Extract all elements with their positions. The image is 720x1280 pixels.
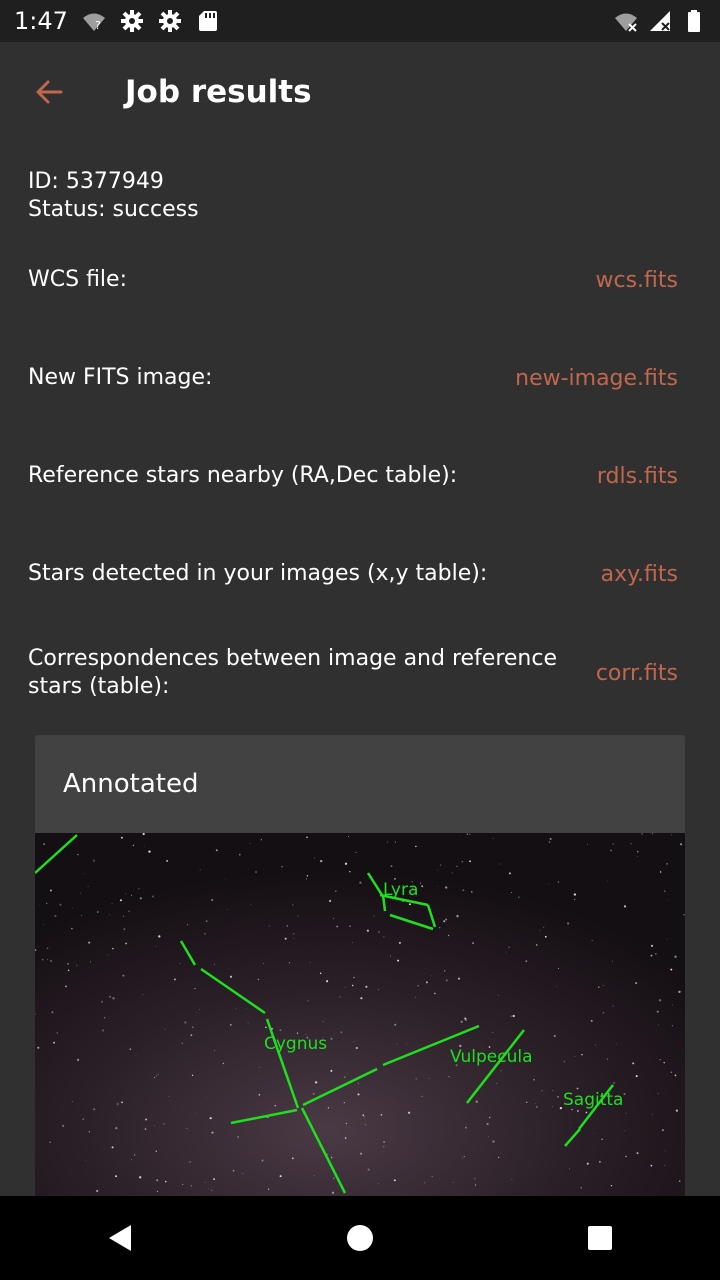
nav-home-button[interactable] xyxy=(330,1208,390,1268)
constellation-label-cygnus: Cygnus xyxy=(264,1034,327,1054)
arrow-left-icon xyxy=(36,80,63,104)
file-row-axy: Stars detected in your images (x,y table… xyxy=(28,558,678,590)
file-label: Stars detected in your images (x,y table… xyxy=(28,561,488,586)
gear-icon xyxy=(120,10,143,32)
status-time: 1:47 xyxy=(14,7,68,35)
sd-card-icon xyxy=(198,11,217,31)
status-bar: 1:47 ? xyxy=(0,0,720,42)
file-row-rdls: Reference stars nearby (RA,Dec table): r… xyxy=(28,460,678,492)
back-triangle-icon xyxy=(109,1225,131,1251)
signal-off-icon xyxy=(650,11,670,31)
page-title: Job results xyxy=(125,74,312,110)
app-bar: Job results xyxy=(0,42,720,142)
star-field: Lyra Cygnus Vulpecula Sagitta xyxy=(35,833,685,1205)
wcs-file-link[interactable]: wcs.fits xyxy=(596,268,679,293)
new-image-file-link[interactable]: new-image.fits xyxy=(515,366,678,391)
recents-square-icon xyxy=(588,1226,612,1250)
wifi-question-icon: ? xyxy=(82,13,105,32)
annotated-sky-image[interactable]: Lyra Cygnus Vulpecula Sagitta xyxy=(35,833,685,1205)
job-info: ID: 5377949 Status: success xyxy=(28,168,199,224)
axy-file-link[interactable]: axy.fits xyxy=(601,562,678,587)
home-circle-icon xyxy=(347,1225,373,1251)
job-status: Status: success xyxy=(28,197,199,222)
rdls-file-link[interactable]: rdls.fits xyxy=(597,464,678,489)
file-label: WCS file: xyxy=(28,267,127,292)
back-button[interactable] xyxy=(19,62,79,122)
navigation-bar xyxy=(0,1196,720,1280)
nav-back-button[interactable] xyxy=(90,1208,150,1268)
file-row-wcs: WCS file: wcs.fits xyxy=(28,264,678,296)
annotated-card: Annotated Lyra Cygnus Vulpecula Sagitta xyxy=(35,735,685,1205)
corr-file-link[interactable]: corr.fits xyxy=(596,661,678,686)
constellation-label-sagitta: Sagitta xyxy=(563,1090,623,1110)
gear-icon xyxy=(158,10,181,32)
file-label: Correspondences between image and refere… xyxy=(28,646,558,699)
constellation-label-vulpecula: Vulpecula xyxy=(450,1047,533,1067)
constellation-label-lyra: Lyra xyxy=(383,880,418,900)
card-title: Annotated xyxy=(63,769,199,799)
wifi-off-icon xyxy=(615,13,637,32)
file-row-corr: Correspondences between image and refere… xyxy=(28,644,678,702)
file-row-new-image: New FITS image: new-image.fits xyxy=(28,362,678,394)
svg-text:?: ? xyxy=(95,19,101,32)
nav-recents-button[interactable] xyxy=(570,1208,630,1268)
job-id: ID: 5377949 xyxy=(28,169,164,194)
file-label: Reference stars nearby (RA,Dec table): xyxy=(28,463,458,488)
battery-icon xyxy=(688,10,700,32)
file-label: New FITS image: xyxy=(28,365,213,390)
